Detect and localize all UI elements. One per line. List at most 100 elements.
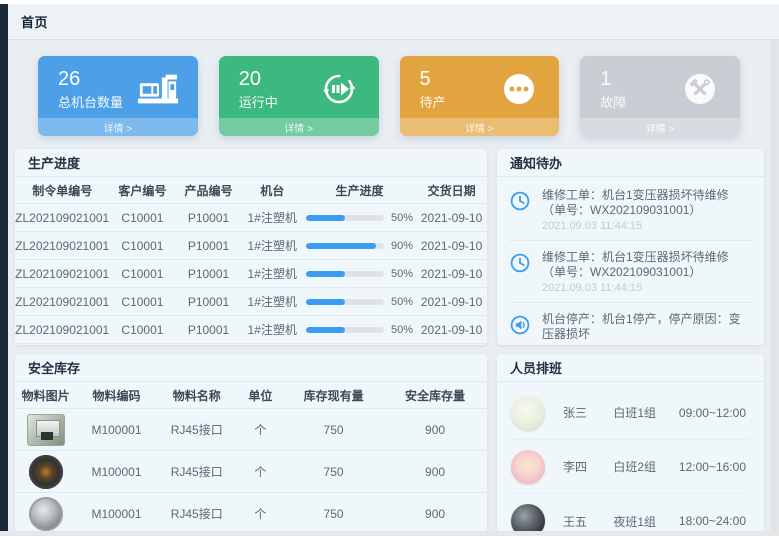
col-machine: 机台 <box>242 182 303 199</box>
order-no: ZL202109021001 <box>15 239 109 253</box>
progress-bar: 50% <box>303 324 416 336</box>
person-name: 李四 <box>563 458 613 475</box>
notice-item[interactable]: 维修工单：机台1变压器损坏待维修（单号：WX202109031001） 2021… <box>509 179 752 241</box>
material-name: RJ45接口 <box>157 505 237 522</box>
card-total-machines[interactable]: 26 总机台数量 详情 > <box>38 56 198 136</box>
card-running-texts: 20 运行中 <box>239 67 278 111</box>
production-row[interactable]: ZL202109021001 C10001 P10001 1#注塑机 90% 2… <box>15 232 487 260</box>
product-no: P10001 <box>175 323 241 337</box>
col-order-no: 制令单编号 <box>15 182 109 199</box>
machine-name: 1#注塑机 <box>242 293 303 310</box>
card-fault-texts: 1 故障 <box>600 67 626 111</box>
progress-value: 50% <box>391 212 413 224</box>
col-safety-qty: 安全库存量 <box>383 387 487 404</box>
inventory-row[interactable]: M100001 RJ45接口 个 750 900 <box>15 409 487 451</box>
inventory-row[interactable]: M100001 RJ45接口 个 750 900 <box>15 451 487 493</box>
avatar <box>511 450 545 484</box>
product-no: P10001 <box>175 295 241 309</box>
tab-home[interactable]: 首页 <box>21 12 48 31</box>
card-waiting-texts: 5 待产 <box>420 67 446 111</box>
round-speaker-photo <box>29 455 63 489</box>
card-running[interactable]: 20 运行中 详情 > <box>219 56 379 136</box>
card-total-machines-footer[interactable]: 详情 > <box>38 118 198 136</box>
schedule-row[interactable]: 张三 白班1组 09:00~12:00 <box>511 386 750 440</box>
material-name: RJ45接口 <box>157 421 237 438</box>
detail-link[interactable]: 详情 > <box>465 120 494 135</box>
ellipsis-circle-icon <box>497 71 541 107</box>
running-cycle-icon <box>317 71 361 107</box>
machine-name: 1#注塑机 <box>242 209 303 226</box>
person-name: 王五 <box>563 513 613 530</box>
material-unit: 个 <box>237 505 284 522</box>
safety-qty: 900 <box>383 423 487 437</box>
production-row[interactable]: ZL202109021001 C10001 P10001 1#注塑机 50% 2… <box>15 316 487 344</box>
total-machines-value: 26 <box>58 67 123 91</box>
col-material-name: 物料名称 <box>157 387 237 404</box>
production-row[interactable]: ZL202109021001 C10001 P10001 1#注塑机 50% 2… <box>15 288 487 316</box>
shift-time: 12:00~16:00 <box>679 460 750 474</box>
progress-value: 90% <box>391 240 413 252</box>
progress-bar: 50% <box>303 296 416 308</box>
fault-value: 1 <box>600 67 626 91</box>
order-no: ZL202109021001 <box>15 211 109 225</box>
customer-no: C10001 <box>109 267 175 281</box>
material-name: RJ45接口 <box>157 463 237 480</box>
schedule-list: 张三 白班1组 09:00~12:00 李四 白班2组 12:00~16:00 … <box>497 382 764 531</box>
speaker-cone-photo <box>29 497 63 531</box>
stock-qty: 750 <box>284 507 383 521</box>
card-fault[interactable]: 1 故障 <box>580 56 740 136</box>
notices-title: 通知待办 <box>497 149 764 177</box>
detail-link[interactable]: 详情 > <box>284 120 313 135</box>
detail-link[interactable]: 详情 > <box>104 120 133 135</box>
product-no: P10001 <box>175 211 241 225</box>
sidebar-edge <box>0 4 8 531</box>
panels-grid: 生产进度 制令单编号 客户编号 产品编号 机台 生产进度 交货日期 ZL2021… <box>8 140 770 531</box>
running-value: 20 <box>239 67 278 91</box>
schedule-row[interactable]: 李四 白班2组 12:00~16:00 <box>511 440 750 494</box>
panel-personnel-schedule: 人员排班 张三 白班1组 09:00~12:00 李四 白班2组 12:00~1… <box>497 354 764 531</box>
shift-label: 白班2组 <box>613 458 679 475</box>
fault-label: 故障 <box>600 92 626 111</box>
product-no: P10001 <box>175 239 241 253</box>
material-unit: 个 <box>237 463 284 480</box>
inventory-row[interactable]: M100001 RJ45接口 个 750 900 <box>15 493 487 531</box>
order-no: ZL202109021001 <box>15 323 109 337</box>
progress-bar: 50% <box>303 268 416 280</box>
card-waiting[interactable]: 5 待产 详情 > <box>400 56 560 136</box>
detail-link[interactable]: 详情 > <box>646 120 675 135</box>
machine-name: 1#注塑机 <box>242 265 303 282</box>
window-top-edge <box>0 0 779 4</box>
delivery-date: 2021-09-10 <box>416 323 487 337</box>
clock-icon <box>509 250 533 294</box>
waiting-label: 待产 <box>420 92 446 111</box>
production-row[interactable]: ZL202109021001 C10001 P10001 1#注塑机 50% 2… <box>15 260 487 288</box>
notice-body: 维修工单：机台1变压器损坏待维修（单号：WX202109031001） 2021… <box>542 250 752 294</box>
notice-body: 维修工单：机台1变压器损坏待维修（单号：WX202109031001） 2021… <box>542 188 752 232</box>
stat-cards-row: 26 总机台数量 详情 > <box>8 40 770 140</box>
scrollbar-track[interactable] <box>770 40 779 531</box>
progress-value: 50% <box>391 324 413 336</box>
card-running-footer[interactable]: 详情 > <box>219 118 379 136</box>
speaker-icon <box>509 312 533 345</box>
progress-value: 50% <box>391 296 413 308</box>
card-fault-footer[interactable]: 详情 > <box>580 118 740 136</box>
card-total-machines-texts: 26 总机台数量 <box>58 67 123 111</box>
production-progress-title: 生产进度 <box>15 149 487 177</box>
progress-bar: 90% <box>303 240 416 252</box>
notice-item[interactable]: 维修工单：机台1变压器损坏待维修（单号：WX202109031001） 2021… <box>509 241 752 303</box>
inventory-table-header: 物料图片 物料编码 物料名称 单位 库存现有量 安全库存量 <box>15 382 487 409</box>
card-waiting-footer[interactable]: 详情 > <box>400 118 560 136</box>
production-table-header: 制令单编号 客户编号 产品编号 机台 生产进度 交货日期 <box>15 177 487 204</box>
shift-time: 18:00~24:00 <box>679 514 750 528</box>
order-no: ZL202109021001 <box>15 295 109 309</box>
notice-text: 维修工单：机台1变压器损坏待维修（单号：WX202109031001） <box>542 188 752 218</box>
col-delivery-date: 交货日期 <box>416 182 487 199</box>
notice-item[interactable]: 机台停产：机台1停产，停产原因：变压器损坏 2021.09.03 11:44:1… <box>509 303 752 345</box>
card-total-machines-body: 26 总机台数量 <box>38 56 198 118</box>
shift-label: 夜班1组 <box>613 513 679 530</box>
person-name: 张三 <box>563 404 613 421</box>
production-row[interactable]: ZL202109021001 C10001 P10001 1#注塑机 50% 2… <box>15 204 487 232</box>
card-waiting-body: 5 待产 <box>400 56 560 118</box>
page-header: 首页 <box>8 4 779 40</box>
schedule-row[interactable]: 王五 夜班1组 18:00~24:00 <box>511 494 750 531</box>
